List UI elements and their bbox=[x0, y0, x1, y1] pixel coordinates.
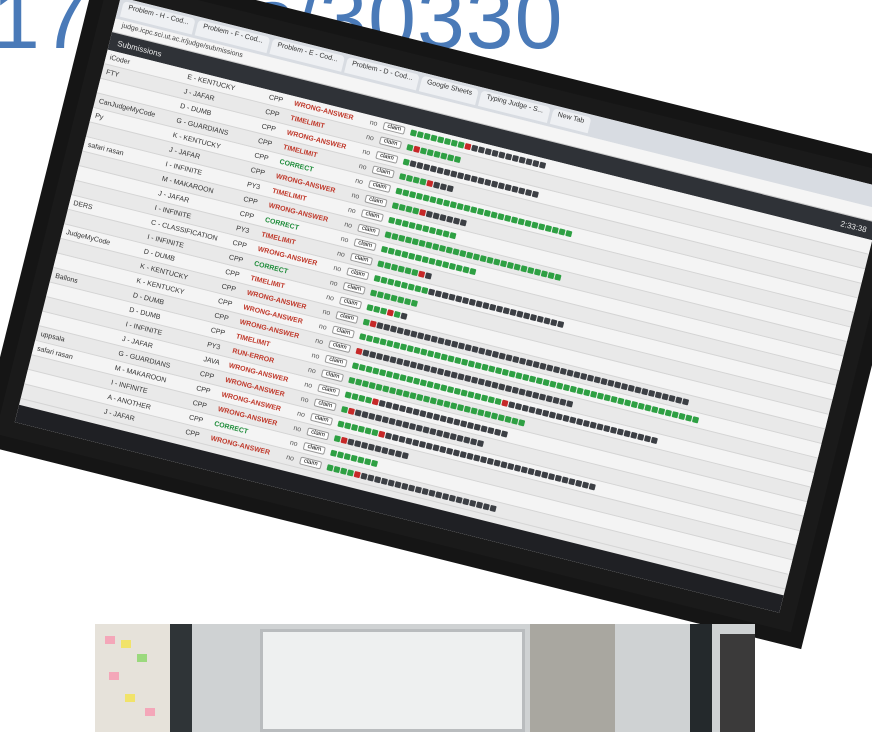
contest-clock: 2:33:38 bbox=[839, 218, 868, 234]
claim-button[interactable]: claim bbox=[335, 310, 359, 324]
testcase-pass bbox=[453, 155, 462, 164]
sticky-note bbox=[125, 694, 135, 702]
testcase-pending bbox=[531, 190, 539, 198]
pillar bbox=[690, 624, 712, 732]
language: CPP bbox=[191, 399, 208, 410]
testcase-pending bbox=[446, 184, 454, 193]
language: CPP bbox=[217, 297, 233, 308]
testcase-pending bbox=[538, 161, 547, 169]
claim-button[interactable]: claim bbox=[342, 281, 366, 295]
language: CPP bbox=[260, 122, 277, 134]
sticky-note bbox=[137, 654, 147, 662]
claim-button[interactable]: claim bbox=[313, 398, 337, 412]
door bbox=[530, 624, 615, 732]
claim-button[interactable]: claim bbox=[306, 427, 330, 441]
language: CPP bbox=[210, 326, 226, 337]
claim-button[interactable]: claim bbox=[378, 136, 403, 150]
claim-button[interactable]: claim bbox=[375, 150, 399, 164]
testcase-pass bbox=[449, 231, 457, 240]
testcase-pass bbox=[370, 459, 379, 468]
claim-button[interactable]: claim bbox=[338, 296, 363, 310]
language: CPP bbox=[231, 239, 248, 250]
monitor-photo: Problem - H - Cod... Problem - F - Cod...… bbox=[0, 0, 872, 633]
language: CPP bbox=[228, 253, 244, 264]
testcase-pending bbox=[650, 436, 658, 445]
testcase-pending bbox=[424, 272, 433, 280]
claim-button[interactable]: claim bbox=[309, 412, 334, 426]
language: CPP bbox=[239, 210, 255, 221]
language: CPP bbox=[249, 166, 266, 177]
room-photo bbox=[95, 624, 755, 732]
language: CPP bbox=[213, 311, 230, 323]
pillar bbox=[170, 624, 192, 732]
testcase-pass bbox=[469, 267, 477, 276]
language: CPP bbox=[195, 384, 212, 395]
claim-button[interactable]: claim bbox=[371, 165, 395, 179]
language: CPP bbox=[257, 137, 273, 148]
language: JAVA bbox=[202, 355, 221, 367]
testcase-pass bbox=[410, 299, 418, 307]
claim-button[interactable]: claim bbox=[367, 179, 392, 193]
language: CPP bbox=[264, 108, 281, 119]
language: PY3 bbox=[246, 180, 261, 191]
testcase-pending bbox=[500, 430, 509, 438]
claim-button[interactable]: claim bbox=[324, 354, 348, 368]
claim-button[interactable]: claim bbox=[331, 325, 355, 339]
testcase-pass bbox=[517, 419, 526, 427]
claim-button[interactable]: claim bbox=[317, 383, 341, 397]
claim-button[interactable]: claim bbox=[328, 340, 352, 354]
testcase-pending bbox=[489, 504, 497, 513]
testcase-pending bbox=[476, 439, 485, 448]
poster bbox=[720, 634, 755, 732]
language: CPP bbox=[242, 195, 259, 206]
testcase-pending bbox=[401, 452, 409, 460]
language: CPP bbox=[253, 151, 270, 163]
claim-button[interactable]: claim bbox=[349, 252, 374, 266]
testcase-pending bbox=[459, 219, 467, 227]
language: CPP bbox=[220, 282, 237, 294]
claim-button[interactable]: claim bbox=[357, 223, 381, 237]
language: CPP bbox=[184, 428, 201, 439]
language: PY3 bbox=[235, 224, 250, 235]
claim-button[interactable]: claim bbox=[299, 456, 323, 470]
testcase-pending bbox=[588, 483, 596, 491]
claim-button[interactable]: claim bbox=[382, 121, 406, 135]
testcase-pass bbox=[554, 273, 562, 281]
sticky-note bbox=[145, 708, 155, 716]
claim-button[interactable]: claim bbox=[360, 209, 384, 223]
claim-button[interactable]: claim bbox=[364, 194, 388, 208]
sticky-note bbox=[121, 640, 131, 648]
sticky-note bbox=[105, 636, 115, 644]
language: CPP bbox=[199, 370, 215, 381]
testcase-pass bbox=[565, 229, 573, 238]
testcase-pass bbox=[691, 416, 700, 424]
testcase-pending bbox=[681, 398, 690, 406]
claim-button[interactable]: claim bbox=[353, 238, 377, 252]
claim-button[interactable]: claim bbox=[302, 441, 326, 455]
language: CPP bbox=[268, 93, 284, 104]
language: CPP bbox=[224, 268, 241, 279]
whiteboard bbox=[260, 629, 525, 732]
claim-cell: claim bbox=[299, 456, 328, 471]
sticky-note bbox=[109, 672, 119, 680]
notes-wall bbox=[95, 624, 170, 732]
testcase-pending bbox=[556, 320, 565, 328]
monitor-screen: Problem - H - Cod... Problem - F - Cod...… bbox=[14, 0, 872, 613]
testcase-pending bbox=[400, 312, 408, 320]
language: PY3 bbox=[206, 341, 221, 352]
claim-button[interactable]: claim bbox=[320, 369, 345, 383]
language: CPP bbox=[188, 413, 204, 425]
testcase-pending bbox=[565, 400, 574, 408]
claim-button[interactable]: claim bbox=[346, 267, 370, 281]
